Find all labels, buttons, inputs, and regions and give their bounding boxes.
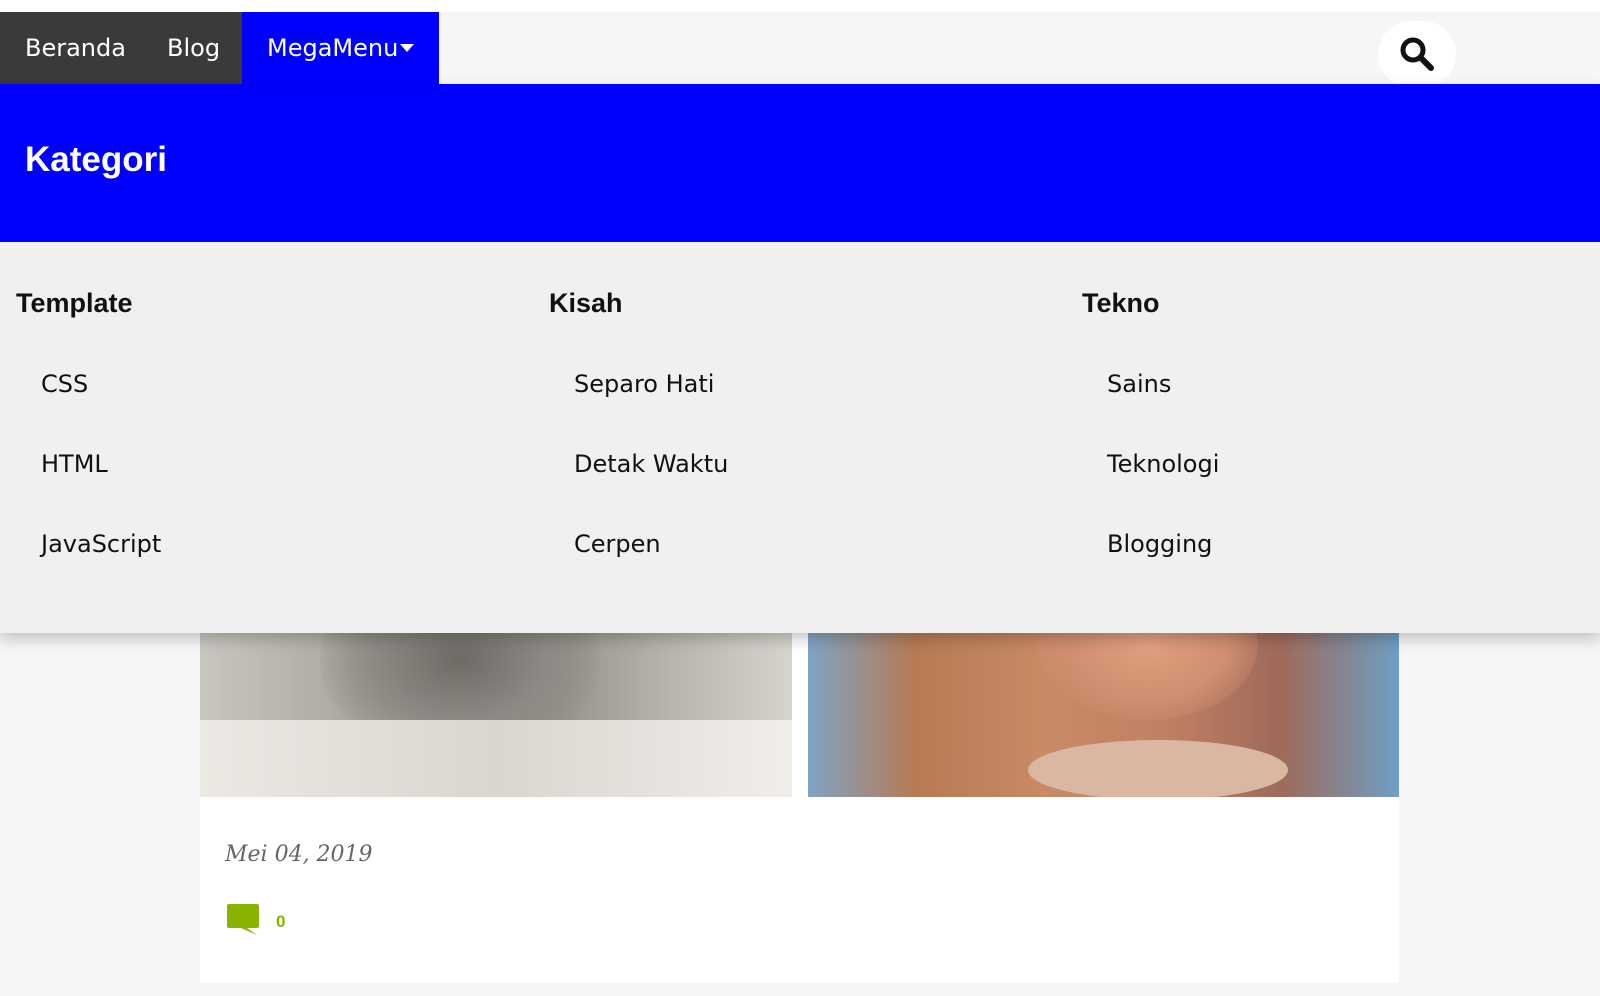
megamenu-link-html[interactable]: HTML xyxy=(41,450,108,478)
megamenu-link-detak-waktu[interactable]: Detak Waktu xyxy=(574,450,728,478)
megamenu-link-javascript[interactable]: JavaScript xyxy=(41,530,161,558)
megamenu-panel: Kategori Template CSS HTML JavaScript Ki… xyxy=(0,84,1600,633)
nav-left-group: Beranda Blog xyxy=(0,12,242,84)
column-heading[interactable]: Tekno xyxy=(1082,288,1160,319)
nav-item-megamenu[interactable]: MegaMenu xyxy=(242,12,439,84)
megamenu-link-blogging[interactable]: Blogging xyxy=(1107,530,1212,558)
comment-icon[interactable] xyxy=(227,904,261,941)
navbar: Beranda Blog MegaMenu xyxy=(0,12,1600,87)
megamenu-label: MegaMenu xyxy=(267,34,399,62)
caret-down-icon xyxy=(400,44,414,52)
post-date: Mei 04, 2019 xyxy=(225,842,373,867)
megamenu-body: Template CSS HTML JavaScript Kisah Separ… xyxy=(0,242,1600,633)
megamenu-link-cerpen[interactable]: Cerpen xyxy=(574,530,661,558)
comment-count[interactable]: 0 xyxy=(276,912,285,932)
megamenu-title: Kategori xyxy=(25,140,167,179)
nav-item-beranda[interactable]: Beranda xyxy=(25,12,126,84)
megamenu-column-tekno: Tekno Sains Teknologi Blogging xyxy=(1082,242,1600,633)
megamenu-link-sains[interactable]: Sains xyxy=(1107,370,1171,398)
search-button[interactable] xyxy=(1378,21,1456,87)
megamenu-link-separo-hati[interactable]: Separo Hati xyxy=(574,370,714,398)
nav-item-blog[interactable]: Blog xyxy=(167,12,220,84)
page: Mei 04, 2019 0 Beranda Blog MegaMenu Kat… xyxy=(0,0,1600,996)
megamenu-link-css[interactable]: CSS xyxy=(41,370,88,398)
column-heading[interactable]: Template xyxy=(16,288,133,319)
megamenu-column-kisah: Kisah Separo Hati Detak Waktu Cerpen xyxy=(549,242,1069,633)
column-heading[interactable]: Kisah xyxy=(549,288,623,319)
megamenu-header: Kategori xyxy=(0,84,1600,242)
megamenu-link-teknologi[interactable]: Teknologi xyxy=(1107,450,1219,478)
megamenu-column-template: Template CSS HTML JavaScript xyxy=(16,242,536,633)
search-icon xyxy=(1400,37,1434,71)
